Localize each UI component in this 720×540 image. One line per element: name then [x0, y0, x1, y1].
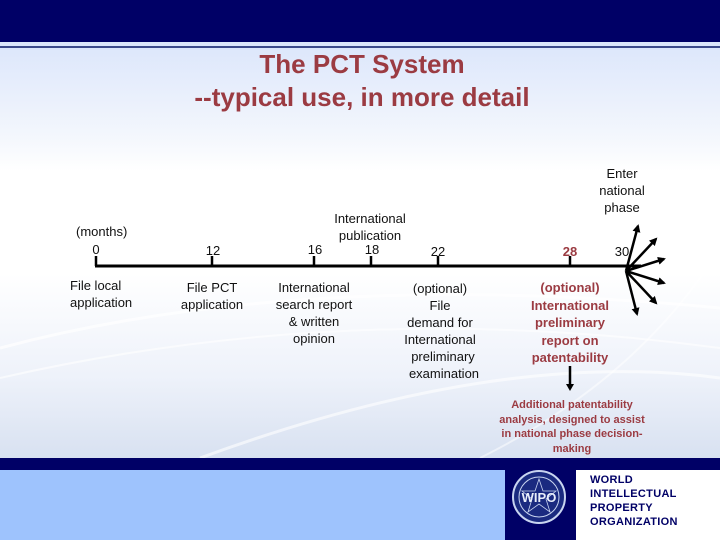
national-phase-arrows — [624, 224, 666, 316]
tick-label-0: 0 — [92, 242, 100, 257]
org-line-3: Property — [590, 502, 653, 514]
additional-analysis-label: Additional patentability analysis, desig… — [499, 399, 645, 455]
file-pct-application-label: File PCT application — [180, 280, 244, 312]
wipo-seal-icon: WIPO — [512, 470, 566, 524]
tick-label-22: 22 — [430, 244, 446, 259]
org-line-4: Organization — [590, 516, 678, 528]
tick-label-12: 12 — [205, 243, 221, 258]
tick-label-18: 18 — [364, 242, 380, 257]
organization-name: World Intellectual Property Organization — [590, 473, 678, 529]
file-local-application-label: File local application — [70, 278, 133, 310]
seal-text: WIPO — [522, 490, 557, 505]
publication-label: International publication — [334, 211, 406, 243]
tick-label-30: 30 — [614, 244, 630, 259]
tick-label-16: 16 — [307, 242, 323, 257]
search-report-label: International search report & written op… — [275, 280, 353, 346]
enter-national-phase-label: Enter national phase — [599, 166, 645, 215]
org-line-2: Intellectual — [590, 488, 677, 500]
org-line-1: World — [590, 474, 634, 486]
tick-label-28: 28 — [562, 244, 578, 259]
down-arrow-head — [566, 384, 574, 391]
iprp-label: (optional) International preliminary rep… — [530, 280, 609, 365]
months-unit-label: (months) — [76, 224, 128, 239]
demand-label: (optional) File demand for International… — [404, 281, 480, 381]
